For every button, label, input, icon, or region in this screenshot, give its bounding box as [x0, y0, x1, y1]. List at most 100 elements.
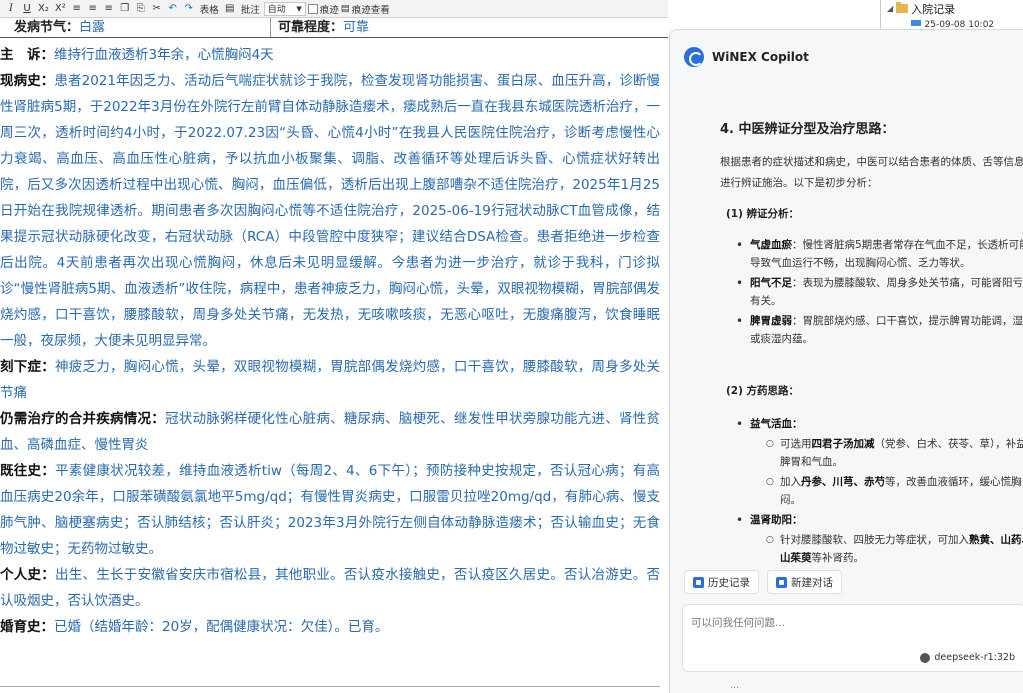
chat-input-box[interactable]: deepseek-r1:32b	[682, 604, 1023, 672]
italic-button[interactable]: I	[4, 1, 18, 16]
record-paragraph[interactable]: 个人史：出生、生长于安徽省安庆市宿松县，其他职业。否认疫水接触史，否认疫区久居史…	[0, 562, 660, 614]
list-item: 针对腰膝酸软、四肢无力等症状，可加入熟黄、山药、山茱萸等补肾药。	[750, 531, 1023, 564]
list-item: 气虚血瘀：慢性肾脏病5期患者常存在气血不足，长透析可能导致气血运行不畅，出现胸闷…	[736, 236, 1023, 272]
paste-icon[interactable]: ⎘	[134, 1, 148, 16]
approach2-sublist: 针对腰膝酸软、四肢无力等症状，可加入熟黄、山药、山茱萸等补肾药。	[750, 531, 1023, 564]
table-button[interactable]: 表格	[198, 2, 221, 16]
redo-icon[interactable]: ↷	[182, 1, 196, 16]
superscript-button[interactable]: X²	[53, 1, 68, 16]
cell-divider	[270, 18, 271, 38]
model-label: deepseek-r1:32b	[934, 652, 1015, 663]
underline-button[interactable]: U	[20, 1, 34, 16]
copilot-logo-icon	[684, 47, 704, 67]
track-view-button[interactable]: ▤ 痕迹查看	[341, 2, 390, 16]
new-chat-label: 新建对话	[791, 576, 833, 589]
response-intro: 根据患者的症状描述和病史，中医可以结合患者的体质、舌等信息进行辨证施治。以下是初…	[720, 156, 1023, 189]
paragraph-text[interactable]: 平素健康状况较差，维持血液透析tiw（每周2、4、6下午）；预防接种史按规定，否…	[0, 463, 660, 557]
subscript-button[interactable]: X₂	[36, 1, 51, 16]
triangle-down-icon: ◢	[887, 4, 894, 13]
tree-folder-admission[interactable]: ◢ 入院记录	[887, 0, 955, 17]
copilot-footer: …	[730, 681, 739, 691]
annotate-icon: ▤	[225, 3, 235, 14]
paragraph-heading: 既往史：	[0, 463, 56, 479]
record-paragraph[interactable]: 既往史：平素健康状况较差，维持血液透析tiw（每周2、4、6下午）；预防接种史按…	[0, 458, 660, 562]
auto-select-value: 自动	[267, 5, 286, 15]
new-chat-button[interactable]: 新建对话	[767, 570, 842, 594]
track-checkbox[interactable]: 痕迹	[307, 2, 339, 16]
approach-list: 益气活血： 可选用四君子汤加减（党参、白术、茯苓、草），补益脾胃和气血。加入丹参…	[736, 415, 1023, 564]
approach-pre: 可选用	[780, 438, 812, 450]
annotate-button[interactable]: 批注	[239, 2, 262, 16]
list-item: 温肾助阳： 针对腰膝酸软、四肢无力等症状，可加入熟黄、山药、山茱萸等补肾药。	[736, 511, 1023, 564]
copilot-response[interactable]: 4. 中医辨证分型及治疗思路： 根据患者的症状描述和病史，中医可以结合患者的体质…	[670, 84, 1023, 564]
paragraph-text[interactable]: 出生、生长于安徽省安庆市宿松县，其他职业。否认疫水接触史，否认疫区久居史。否认冶…	[0, 567, 660, 609]
record-body[interactable]: 主 诉：维持行血液透析3年余，心慌胸闷4天 现病史：患者2021年因乏力、活动后气…	[0, 42, 660, 640]
undo-icon[interactable]: ↶	[166, 1, 180, 16]
new-chat-icon	[776, 576, 787, 588]
copy-icon[interactable]: ❐	[118, 1, 132, 16]
paragraph-text[interactable]: 已婚（结婚年龄：20岁，配偶健康状况：欠佳）。已育。	[54, 619, 388, 635]
list-item: 脾胃虚弱：胃脘部烧灼感、口干喜饮，提示脾胃功能调，湿热或痰湿内蕴。	[736, 312, 1023, 348]
record-paragraph[interactable]: 仍需治疗的合并疾病情况：冠状动脉粥样硬化性心脏病、糖尿病、脑梗死、继发性甲状旁腺…	[0, 406, 660, 458]
chat-input[interactable]	[691, 613, 1011, 633]
paragraph-text[interactable]: 维持行血液透析3年余，心慌胸闷4天	[54, 47, 274, 63]
page-divider	[0, 686, 660, 687]
align-left-icon[interactable]: ≡	[70, 1, 84, 16]
weather-field: 发病节气：白露	[14, 18, 105, 38]
cut-icon[interactable]: ✂	[150, 1, 164, 16]
copilot-header: WiNEX Copilot	[670, 30, 1023, 84]
approach-b: 四君子汤加减	[811, 438, 875, 450]
paragraph-heading: 主 诉：	[0, 47, 54, 63]
list-item: 益气活血： 可选用四君子汤加减（党参、白术、茯苓、草），补益脾胃和气血。加入丹参…	[736, 415, 1023, 509]
response-heading: 4. 中医辨证分型及治疗思路：	[720, 122, 895, 137]
folder-icon	[896, 2, 909, 13]
approach1-sublist: 可选用四君子汤加减（党参、白术、茯苓、草），补益脾胃和气血。加入丹参、川芎、赤芍…	[750, 435, 1023, 509]
approach-b: 丹参、川芎、赤芍	[801, 476, 885, 488]
paragraph-text[interactable]: 患者2021年因乏力、活动后气喘症状就诊于我院，检查发现肾功能损害、蛋白尿、血压…	[0, 73, 660, 349]
list-item: 阳气不足：表现为腰膝酸软、周身多处关节痛，可能肾阳亏虚有关。	[736, 274, 1023, 310]
analysis-term: 气虚血瘀	[750, 239, 792, 251]
track-label: 痕迹	[319, 4, 339, 16]
approach-pre: 针对腰膝酸软、四肢无力等症状，可加入	[780, 534, 969, 546]
medical-record-document[interactable]: 发病节气：白露 可靠程度：可靠 主 诉：维持行血液透析3年余，心慌胸闷4天 现病史…	[0, 18, 668, 693]
approach-pre: 加入	[780, 476, 801, 488]
section-approach-title: (2) 方药思路：	[726, 385, 800, 397]
model-icon	[920, 652, 931, 663]
paragraph-heading: 刻下症：	[0, 359, 56, 375]
weather-label: 发病节气：	[14, 20, 80, 35]
history-icon	[693, 576, 704, 588]
approach1-title: 益气活血：	[750, 418, 803, 430]
weather-row: 发病节气：白露 可靠程度：可靠	[0, 18, 668, 38]
reliability-value[interactable]: 可靠	[343, 20, 369, 35]
editor-toolbar: I U X₂ X² ≡ ≡ ≡ ❐ ⎘ ✂ ↶ ↷ 表格 ▤ 批注 自动 ▼ 痕…	[0, 0, 668, 18]
paragraph-heading: 婚育史：	[0, 619, 54, 635]
track-view-label: 痕迹查看	[351, 4, 390, 16]
reliability-field: 可靠程度：可靠	[278, 18, 369, 38]
track-view-icon: ▤	[340, 3, 350, 14]
paragraph-text[interactable]: 神疲乏力，胸闷心慌，头晕，双眼视物模糊，胃脘部偶发烧灼感，口干喜饮，腰膝酸软，周…	[0, 359, 660, 401]
analysis-term: 脾胃虚弱	[750, 315, 792, 327]
record-paragraph[interactable]: 现病史：患者2021年因乏力、活动后气喘症状就诊于我院，检查发现肾功能损害、蛋白…	[0, 68, 660, 354]
weather-value[interactable]: 白露	[79, 20, 105, 35]
chevron-down-icon: ▼	[296, 4, 302, 13]
auto-select[interactable]: 自动 ▼	[263, 1, 306, 16]
paragraph-heading: 个人史：	[0, 567, 56, 583]
paragraph-heading: 仍需治疗的合并疾病情况：	[0, 411, 166, 427]
paragraph-heading: 现病史：	[0, 73, 55, 89]
model-selector[interactable]: deepseek-r1:32b	[920, 652, 1015, 663]
record-paragraph[interactable]: 刻下症：神疲乏力，胸闷心慌，头晕，双眼视物模糊，胃脘部偶发烧灼感，口干喜饮，腰膝…	[0, 354, 660, 406]
row-divider	[0, 37, 668, 38]
document-icon	[911, 20, 921, 26]
history-button[interactable]: 历史记录	[684, 570, 759, 594]
approach2-title: 温肾助阳：	[750, 514, 803, 526]
align-center-icon[interactable]: ≡	[86, 1, 100, 16]
copilot-title: WiNEX Copilot	[712, 50, 809, 64]
section-analysis-title: (1) 辨证分析：	[726, 208, 800, 220]
copilot-actions: 历史记录 新建对话	[684, 570, 842, 594]
record-paragraph[interactable]: 主 诉：维持行血液透析3年余，心慌胸闷4天	[0, 42, 660, 68]
tree-folder-label: 入院记录	[911, 2, 956, 16]
reliability-label: 可靠程度：	[278, 20, 344, 35]
checkbox-icon	[307, 3, 318, 14]
align-right-icon[interactable]: ≡	[102, 1, 116, 16]
record-paragraph[interactable]: 婚育史：已婚（结婚年龄：20岁，配偶健康状况：欠佳）。已育。	[0, 614, 660, 640]
